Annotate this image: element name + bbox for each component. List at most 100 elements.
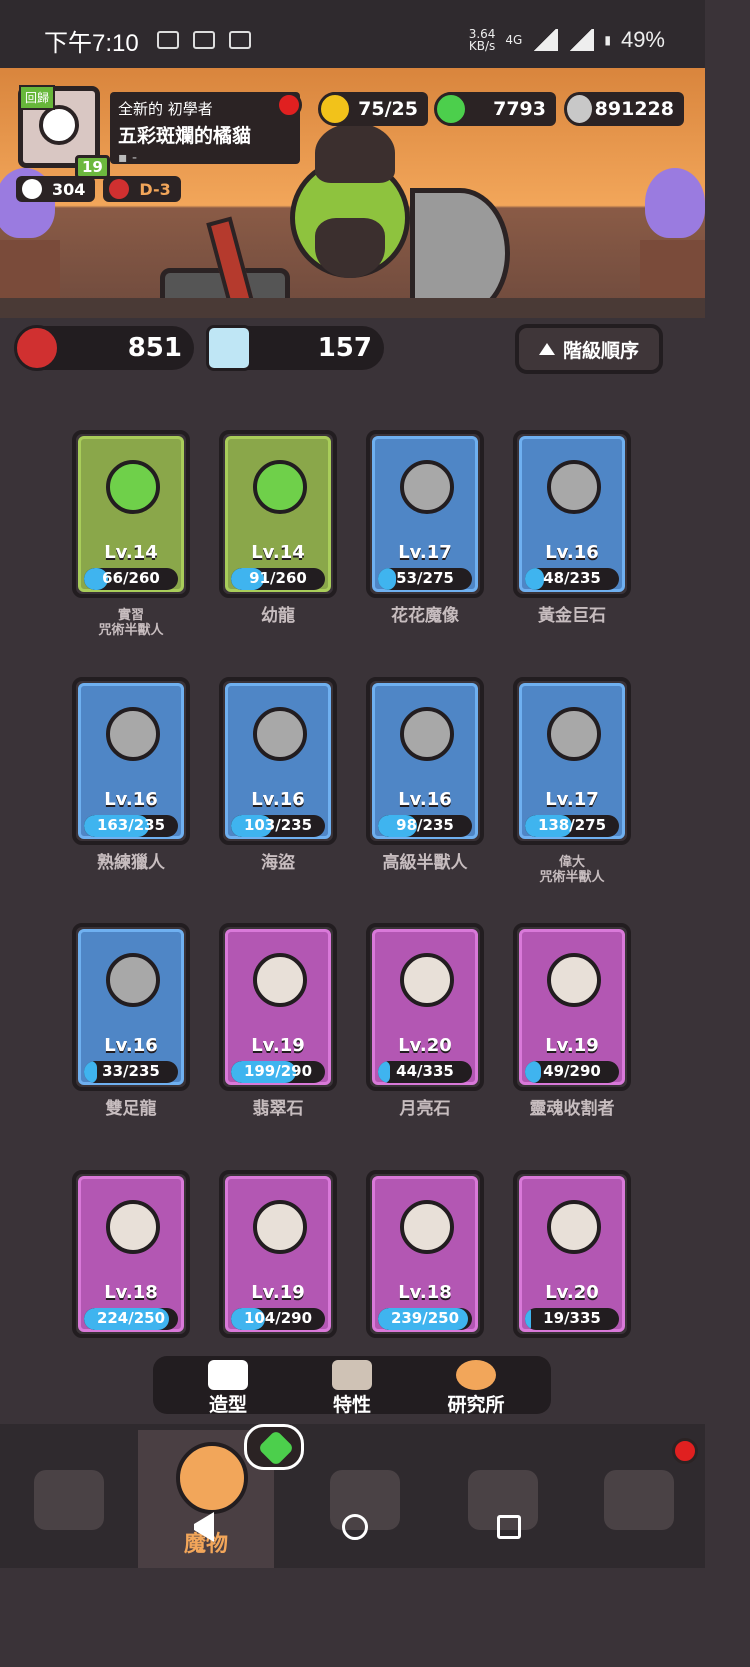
gem-counter[interactable]: 7793 — [434, 92, 556, 126]
dungeon-progress[interactable]: D-3 — [103, 176, 181, 202]
monster-grid: Lv.14 66/260 實習 咒術半獸人 Lv.14 91/260 幼龍 Lv.17 53/… — [0, 386, 705, 1346]
monster-level: Lv.16 — [251, 789, 305, 810]
skull-avatar-icon — [39, 105, 79, 145]
monster-card[interactable]: Lv.16 33/235 — [72, 923, 190, 1091]
monster-portrait-icon — [253, 953, 307, 1007]
monster-level: Lv.16 — [104, 1035, 158, 1056]
monster-portrait-icon — [547, 953, 601, 1007]
player-name: 五彩斑斕的橘貓 — [118, 125, 252, 147]
sort-by-rank-button[interactable]: 階級順序 — [515, 324, 663, 374]
monster-name: 熟練獵人 — [97, 853, 165, 873]
monster-progress-bar: 103/235 — [231, 815, 325, 837]
monster-portrait-icon — [547, 460, 601, 514]
player-card[interactable]: 回歸 19 全新的 初學者 五彩斑斕的橘貓 ▪ - — [18, 85, 302, 179]
player-name-box[interactable]: 全新的 初學者 五彩斑斕的橘貓 ▪ - — [110, 92, 300, 166]
crystal-resource[interactable]: 157 — [206, 325, 384, 371]
energy-counter[interactable]: 75/25 — [318, 92, 428, 126]
crystal-icon — [206, 325, 252, 371]
status-time: 下午7:10 — [44, 29, 139, 57]
monster-card[interactable]: Lv.16 163/235 — [72, 677, 190, 845]
monster-progress-text: 66/260 — [102, 569, 160, 587]
monster-progress-text: 104/290 — [243, 1309, 313, 1327]
monster-card[interactable]: Lv.14 66/260 — [72, 430, 190, 598]
monster-level: Lv.14 — [251, 542, 305, 563]
monster-progress-bar: 53/275 — [378, 568, 472, 590]
monster-card[interactable]: Lv.16 103/235 — [219, 677, 337, 845]
monster-name: 實習 咒術半獸人 — [98, 608, 164, 638]
monster-name: 黃金巨石 — [538, 606, 606, 626]
monster-progress-text: 91/260 — [249, 569, 307, 587]
monster-portrait-icon — [253, 1200, 307, 1254]
signal-icon — [532, 29, 559, 51]
network-speed: 3.64 KB/s — [468, 27, 496, 53]
monster-card[interactable]: Lv.20 44/335 — [366, 923, 484, 1091]
coin-icon — [564, 92, 595, 126]
gallery-icon — [156, 31, 179, 49]
thumbs-up-icon — [22, 179, 42, 199]
monster-name: 偉大 咒術半獸人 — [539, 855, 605, 885]
monster-level: Lv.17 — [545, 789, 599, 810]
monster-card[interactable]: Lv.19 49/290 — [513, 923, 631, 1091]
monster-progress-text: 138/275 — [537, 816, 607, 834]
monster-progress-bar: 239/250 — [378, 1308, 472, 1330]
monster-progress-bar: 138/275 — [525, 815, 619, 837]
monster-card[interactable]: Lv.19 199/290 — [219, 923, 337, 1091]
outfit-tab[interactable]: 造型 — [183, 1360, 273, 1417]
monster-card[interactable]: Lv.18 224/250 — [72, 1170, 190, 1338]
monster-progress-text: 44/335 — [396, 1062, 454, 1080]
monster-portrait-icon — [106, 460, 160, 514]
player-stats: 304 D-3 — [16, 176, 181, 202]
monster-portrait-icon — [106, 707, 160, 761]
monster-progress-bar: 19/335 — [525, 1308, 619, 1330]
player-guild: ▪ - — [118, 150, 138, 166]
monster-portrait-icon — [547, 1200, 601, 1254]
monster-progress-text: 239/250 — [390, 1309, 460, 1327]
monster-portrait-icon — [400, 953, 454, 1007]
shirt-icon — [208, 1360, 248, 1390]
likes-counter[interactable]: 304 — [16, 176, 96, 202]
monster-level: Lv.16 — [545, 542, 599, 563]
signal-icon-2 — [568, 29, 595, 51]
monster-card[interactable]: Lv.16 98/235 — [366, 677, 484, 845]
monster-progress-text: 53/275 — [396, 569, 454, 587]
monster-card[interactable]: Lv.20 19/335 — [513, 1170, 631, 1338]
monster-progress-bar: 163/235 — [84, 815, 178, 837]
monster-progress-bar: 104/290 — [231, 1308, 325, 1330]
recents-icon[interactable] — [496, 1515, 521, 1539]
traits-tab[interactable]: 特性 — [307, 1360, 397, 1417]
monster-level: Lv.20 — [398, 1035, 452, 1056]
monster-card[interactable]: Lv.18 239/250 — [366, 1170, 484, 1338]
monster-name: 靈魂收割者 — [529, 1099, 615, 1119]
monster-level: Lv.19 — [545, 1035, 599, 1056]
monster-card[interactable]: Lv.17 138/275 — [513, 677, 631, 845]
gear-icon — [456, 1360, 496, 1390]
monster-portrait-icon — [400, 460, 454, 514]
home-icon[interactable] — [342, 1514, 369, 1540]
sub-navigation: 造型 特性 研究所 — [153, 1356, 551, 1417]
monster-portrait-icon — [106, 1200, 160, 1254]
monster-progress-bar: 66/260 — [84, 568, 178, 590]
monster-progress-text: 224/250 — [96, 1309, 166, 1327]
monster-card[interactable]: Lv.14 91/260 — [219, 430, 337, 598]
monster-card[interactable]: Lv.16 48/235 — [513, 430, 631, 598]
gem-offer-bubble[interactable] — [244, 1424, 304, 1470]
torch-right — [640, 168, 705, 300]
gamepad-icon — [228, 31, 251, 49]
monster-progress-bar: 224/250 — [84, 1308, 178, 1330]
monster-progress-text: 33/235 — [102, 1062, 160, 1080]
monster-level: Lv.18 — [398, 1282, 452, 1303]
lightning-icon — [318, 92, 352, 126]
avatar[interactable]: 回歸 19 — [18, 85, 110, 179]
lab-tab[interactable]: 研究所 — [431, 1360, 521, 1417]
monster-level: Lv.16 — [104, 789, 158, 810]
monster-progress-bar: 91/260 — [231, 568, 325, 590]
monster-card[interactable]: Lv.17 53/275 — [366, 430, 484, 598]
monster-progress-text: 103/235 — [243, 816, 313, 834]
coin-counter[interactable]: 891228 — [564, 92, 684, 126]
back-icon[interactable] — [184, 1512, 215, 1542]
monster-name: 花花魔像 — [391, 606, 459, 626]
red-orb-resource[interactable]: 851 — [14, 325, 194, 371]
notification-dot — [672, 1438, 698, 1464]
notification-dot — [276, 92, 302, 118]
monster-card[interactable]: Lv.19 104/290 — [219, 1170, 337, 1338]
